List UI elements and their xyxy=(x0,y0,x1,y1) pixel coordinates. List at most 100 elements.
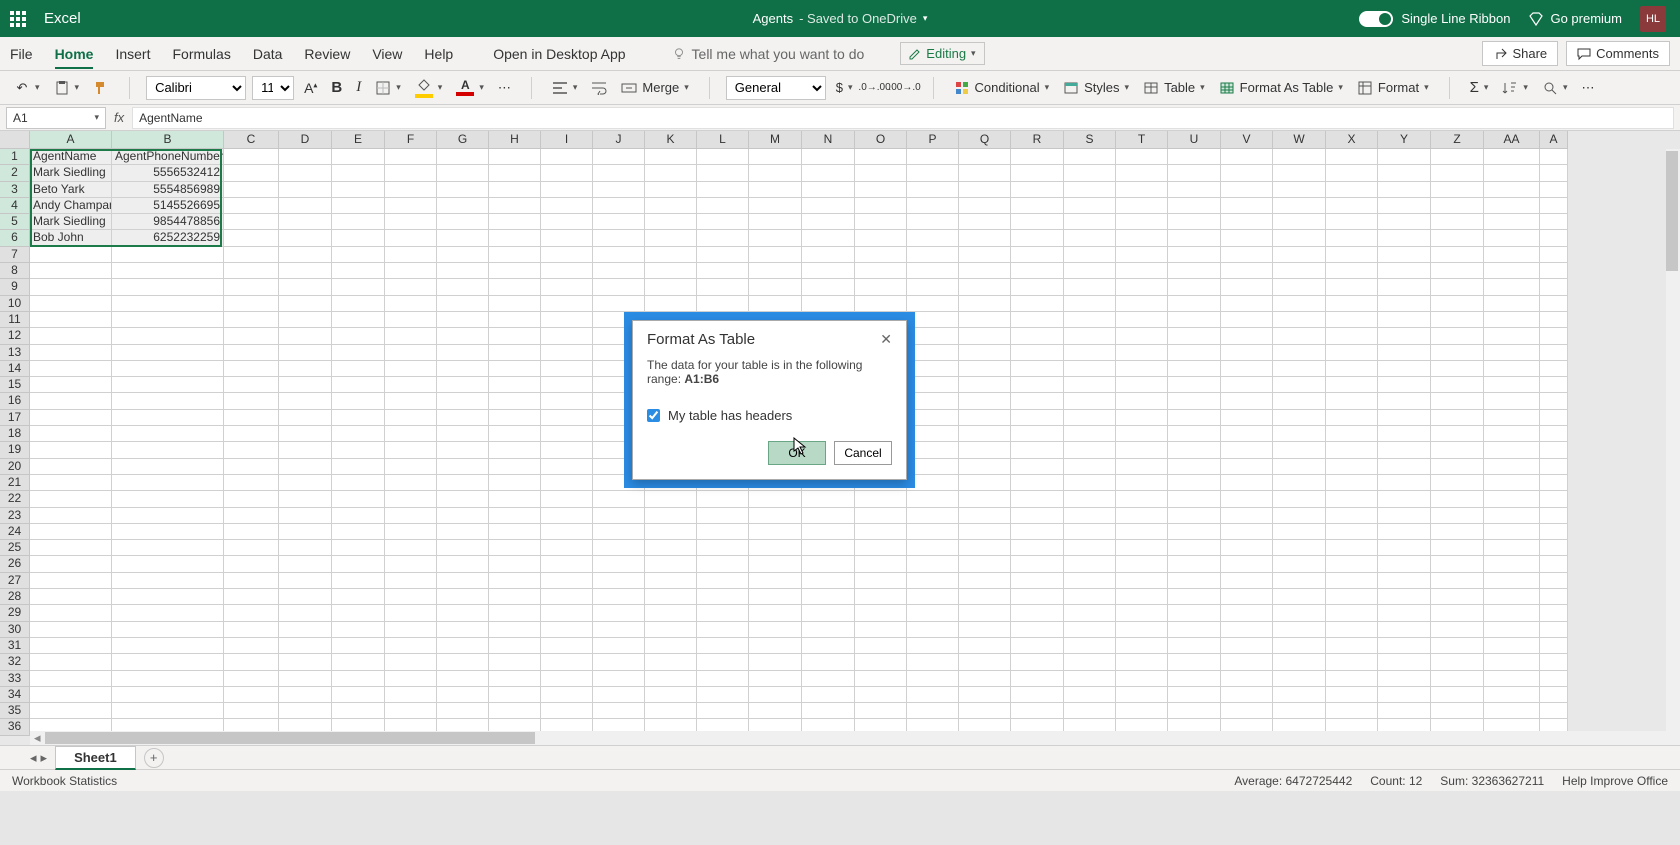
cell[interactable] xyxy=(385,361,437,377)
cell[interactable] xyxy=(385,508,437,524)
cell[interactable] xyxy=(437,230,489,246)
cell[interactable] xyxy=(1116,247,1168,263)
cell[interactable] xyxy=(332,475,385,491)
cell[interactable] xyxy=(224,638,279,654)
cell[interactable] xyxy=(1116,524,1168,540)
cell[interactable] xyxy=(224,393,279,409)
cell[interactable] xyxy=(1011,654,1064,670)
cell[interactable] xyxy=(1326,508,1378,524)
cell[interactable] xyxy=(279,410,332,426)
cell[interactable] xyxy=(1326,459,1378,475)
column-header[interactable]: B xyxy=(112,131,224,149)
column-header[interactable]: G xyxy=(437,131,489,149)
cell[interactable] xyxy=(907,214,959,230)
cell[interactable] xyxy=(112,540,224,556)
cell[interactable] xyxy=(1540,556,1568,572)
cell[interactable] xyxy=(224,410,279,426)
cell[interactable] xyxy=(593,296,645,312)
font-size-select[interactable]: 11 xyxy=(252,76,294,100)
cell[interactable] xyxy=(385,165,437,181)
cell[interactable] xyxy=(1378,589,1431,605)
row-header[interactable]: 5 xyxy=(0,214,30,230)
cell[interactable]: Beto Yark xyxy=(30,182,112,198)
cell[interactable] xyxy=(1326,540,1378,556)
cell[interactable] xyxy=(697,149,749,165)
cell[interactable] xyxy=(385,426,437,442)
cell[interactable] xyxy=(1484,426,1540,442)
cell[interactable] xyxy=(959,247,1011,263)
cell[interactable] xyxy=(1168,296,1221,312)
cell[interactable] xyxy=(1484,279,1540,295)
cell[interactable] xyxy=(541,165,593,181)
cell[interactable] xyxy=(855,491,907,507)
cell[interactable] xyxy=(489,149,541,165)
cell[interactable] xyxy=(1116,703,1168,719)
cell[interactable]: 5556532412 xyxy=(112,165,224,181)
cell[interactable] xyxy=(224,426,279,442)
cell[interactable] xyxy=(1064,508,1116,524)
cell[interactable] xyxy=(1168,165,1221,181)
cell[interactable] xyxy=(645,540,697,556)
cell[interactable] xyxy=(1221,703,1273,719)
cell[interactable] xyxy=(593,182,645,198)
cell[interactable] xyxy=(593,149,645,165)
cell[interactable] xyxy=(437,377,489,393)
cell[interactable] xyxy=(1484,687,1540,703)
cell[interactable] xyxy=(30,296,112,312)
cell[interactable] xyxy=(802,247,855,263)
cell[interactable] xyxy=(1064,230,1116,246)
autosum-button[interactable]: Σ▾ xyxy=(1466,76,1493,99)
cell[interactable] xyxy=(1168,426,1221,442)
cell[interactable] xyxy=(489,703,541,719)
cell[interactable] xyxy=(1011,328,1064,344)
cell[interactable] xyxy=(30,524,112,540)
cell[interactable] xyxy=(1116,589,1168,605)
cell[interactable] xyxy=(437,589,489,605)
cell[interactable] xyxy=(1326,165,1378,181)
cell[interactable] xyxy=(1273,149,1326,165)
cell[interactable] xyxy=(489,654,541,670)
cell[interactable] xyxy=(1116,377,1168,393)
cell[interactable]: Mark Siedling xyxy=(30,214,112,230)
cell[interactable] xyxy=(1326,442,1378,458)
cell[interactable] xyxy=(1431,459,1484,475)
cell[interactable] xyxy=(907,573,959,589)
cell[interactable] xyxy=(541,491,593,507)
cell[interactable] xyxy=(1064,654,1116,670)
cell[interactable] xyxy=(30,410,112,426)
cell[interactable] xyxy=(385,263,437,279)
cell[interactable] xyxy=(1540,247,1568,263)
cell[interactable] xyxy=(489,671,541,687)
cell[interactable] xyxy=(541,654,593,670)
cell[interactable] xyxy=(1221,214,1273,230)
cell[interactable] xyxy=(1064,524,1116,540)
cell[interactable] xyxy=(541,540,593,556)
cell[interactable] xyxy=(489,524,541,540)
cell[interactable] xyxy=(1540,508,1568,524)
cell[interactable] xyxy=(1484,263,1540,279)
cell[interactable] xyxy=(1431,312,1484,328)
cell[interactable] xyxy=(1378,165,1431,181)
column-header[interactable]: AA xyxy=(1484,131,1540,149)
cell[interactable] xyxy=(1168,312,1221,328)
cell[interactable] xyxy=(855,296,907,312)
cell[interactable] xyxy=(279,377,332,393)
cell[interactable] xyxy=(907,279,959,295)
cell[interactable] xyxy=(802,230,855,246)
cell[interactable] xyxy=(224,328,279,344)
cell[interactable] xyxy=(1116,182,1168,198)
cell[interactable] xyxy=(332,556,385,572)
cell[interactable]: 5554856989 xyxy=(112,182,224,198)
cell[interactable] xyxy=(1540,475,1568,491)
cell[interactable] xyxy=(1273,312,1326,328)
cell[interactable] xyxy=(1011,589,1064,605)
cell[interactable] xyxy=(224,182,279,198)
cell[interactable] xyxy=(1116,491,1168,507)
cell[interactable] xyxy=(1326,263,1378,279)
cell[interactable] xyxy=(1431,328,1484,344)
cell[interactable] xyxy=(1064,459,1116,475)
cell[interactable] xyxy=(279,263,332,279)
cell[interactable] xyxy=(385,377,437,393)
cell[interactable] xyxy=(385,475,437,491)
cell[interactable] xyxy=(1484,182,1540,198)
